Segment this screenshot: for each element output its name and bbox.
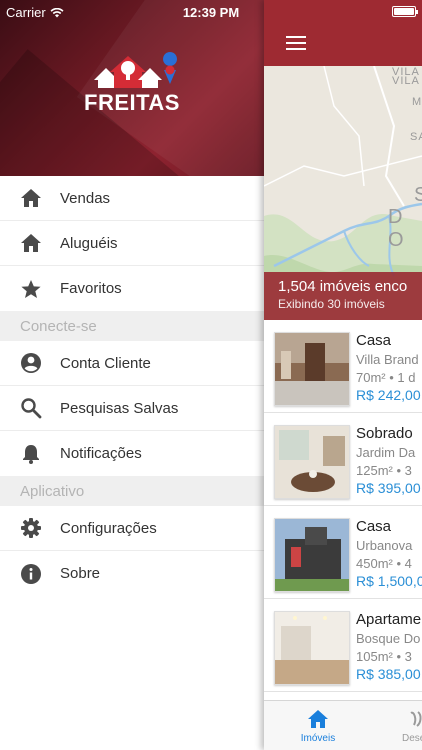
listing-title: Casa [356, 332, 392, 349]
listings-list: Casa Villa Brand 70m² • 1 d R$ 242,00 So… [264, 320, 422, 692]
menu-item-notificacoes[interactable]: Notificações [0, 431, 264, 476]
menu-item-alugueis[interactable]: Aluguéis [0, 221, 264, 266]
menu-item-label: Configurações [60, 519, 157, 537]
map-label: SA [410, 131, 422, 143]
clock: 12:39 PM [182, 5, 240, 20]
logo-text: FREITAS [84, 90, 180, 115]
battery-level [394, 8, 414, 15]
listing-neighborhood: Urbanova [356, 538, 413, 553]
menu-icon[interactable] [286, 36, 306, 50]
tab-imoveis[interactable]: Imóveis [278, 701, 358, 750]
navigation-drawer: FREITAS Vendas Aluguéis Favoritos Conect… [0, 0, 264, 750]
map-label: M [412, 96, 422, 108]
listing-price: R$ 395,00 [356, 480, 421, 496]
section-header-conecte-se: Conecte-se [0, 311, 264, 341]
listing-title: Apartame [356, 611, 422, 628]
listing-area: 70m² • 1 d [356, 370, 416, 385]
listing-card[interactable]: Sobrado Jardim Da 125m² • 3 R$ 395,00 [264, 413, 422, 506]
info-icon [20, 563, 54, 585]
listing-photo [274, 611, 350, 685]
wish-icon [410, 711, 422, 727]
listing-neighborhood: Jardim Da [356, 445, 416, 460]
menu-item-label: Conta Cliente [60, 354, 151, 372]
listing-neighborhood: Bosque Do [356, 631, 421, 646]
map-label: D O [388, 206, 406, 251]
listing-area: 450m² • 4 [356, 556, 412, 571]
menu-item-label: Vendas [60, 189, 111, 207]
listing-photo [274, 518, 350, 592]
listing-area: 105m² • 3 [356, 649, 412, 664]
bell-icon [20, 443, 54, 465]
menu-item-favoritos[interactable]: Favoritos [0, 266, 264, 311]
menu-item-configuracoes[interactable]: Configurações [0, 506, 264, 551]
listing-neighborhood: Villa Brand [356, 352, 419, 367]
drawer-header: FREITAS [0, 0, 264, 176]
map-label: S [414, 184, 422, 206]
listing-area: 125m² • 3 [356, 463, 412, 478]
gear-icon [20, 517, 54, 539]
search-icon [20, 397, 54, 419]
account-circle-icon [20, 352, 54, 374]
listing-photo [274, 425, 350, 499]
menu-item-pesquisas-salvas[interactable]: Pesquisas Salvas [0, 386, 264, 431]
menu-item-conta-cliente[interactable]: Conta Cliente [0, 341, 264, 386]
home-icon [20, 233, 54, 253]
status-bar: Carrier 12:39 PM [0, 0, 422, 24]
main-panel: VILA VILA M SA D O S 1,504 imóveis enco … [264, 0, 422, 750]
map-label: VILA [392, 75, 420, 87]
results-count: 1,504 imóveis enco [278, 278, 408, 295]
logo-houses-graphic [94, 52, 178, 88]
menu-item-label: Pesquisas Salvas [60, 399, 179, 417]
results-showing: Exibindo 30 imóveis [278, 297, 385, 311]
listing-card[interactable]: Casa Villa Brand 70m² • 1 d R$ 242,00 [264, 320, 422, 413]
listing-price: R$ 1,500,0 [356, 573, 422, 589]
menu-item-vendas[interactable]: Vendas [0, 176, 264, 221]
listing-card[interactable]: Apartame Bosque Do 105m² • 3 R$ 385,00 [264, 599, 422, 692]
listing-title: Casa [356, 518, 392, 535]
listing-photo [274, 332, 350, 406]
home-icon [308, 710, 328, 728]
listing-title: Sobrado [356, 425, 413, 442]
drawer-menu: Vendas Aluguéis Favoritos Conecte-se Con… [0, 176, 264, 596]
menu-item-sobre[interactable]: Sobre [0, 551, 264, 596]
tab-label: Dese [402, 733, 422, 744]
listing-price: R$ 242,00 [356, 387, 421, 403]
listing-card[interactable]: Casa Urbanova 450m² • 4 R$ 1,500,0 [264, 506, 422, 599]
home-icon [20, 188, 54, 208]
tab-desejos[interactable]: Dese [384, 701, 422, 750]
menu-item-label: Aluguéis [60, 234, 118, 252]
battery-icon [392, 6, 418, 17]
tab-label: Imóveis [300, 733, 336, 744]
menu-item-label: Favoritos [60, 280, 122, 297]
listing-price: R$ 385,00 [356, 666, 421, 682]
menu-item-label: Sobre [60, 565, 101, 582]
freitas-logo: FREITAS [84, 50, 184, 120]
tab-bar: Imóveis Dese [264, 700, 422, 750]
results-banner: 1,504 imóveis enco Exibindo 30 imóveis [264, 272, 422, 320]
menu-item-label: Notificações [60, 445, 142, 462]
section-header-aplicativo: Aplicativo [0, 476, 264, 506]
star-icon [20, 279, 54, 299]
